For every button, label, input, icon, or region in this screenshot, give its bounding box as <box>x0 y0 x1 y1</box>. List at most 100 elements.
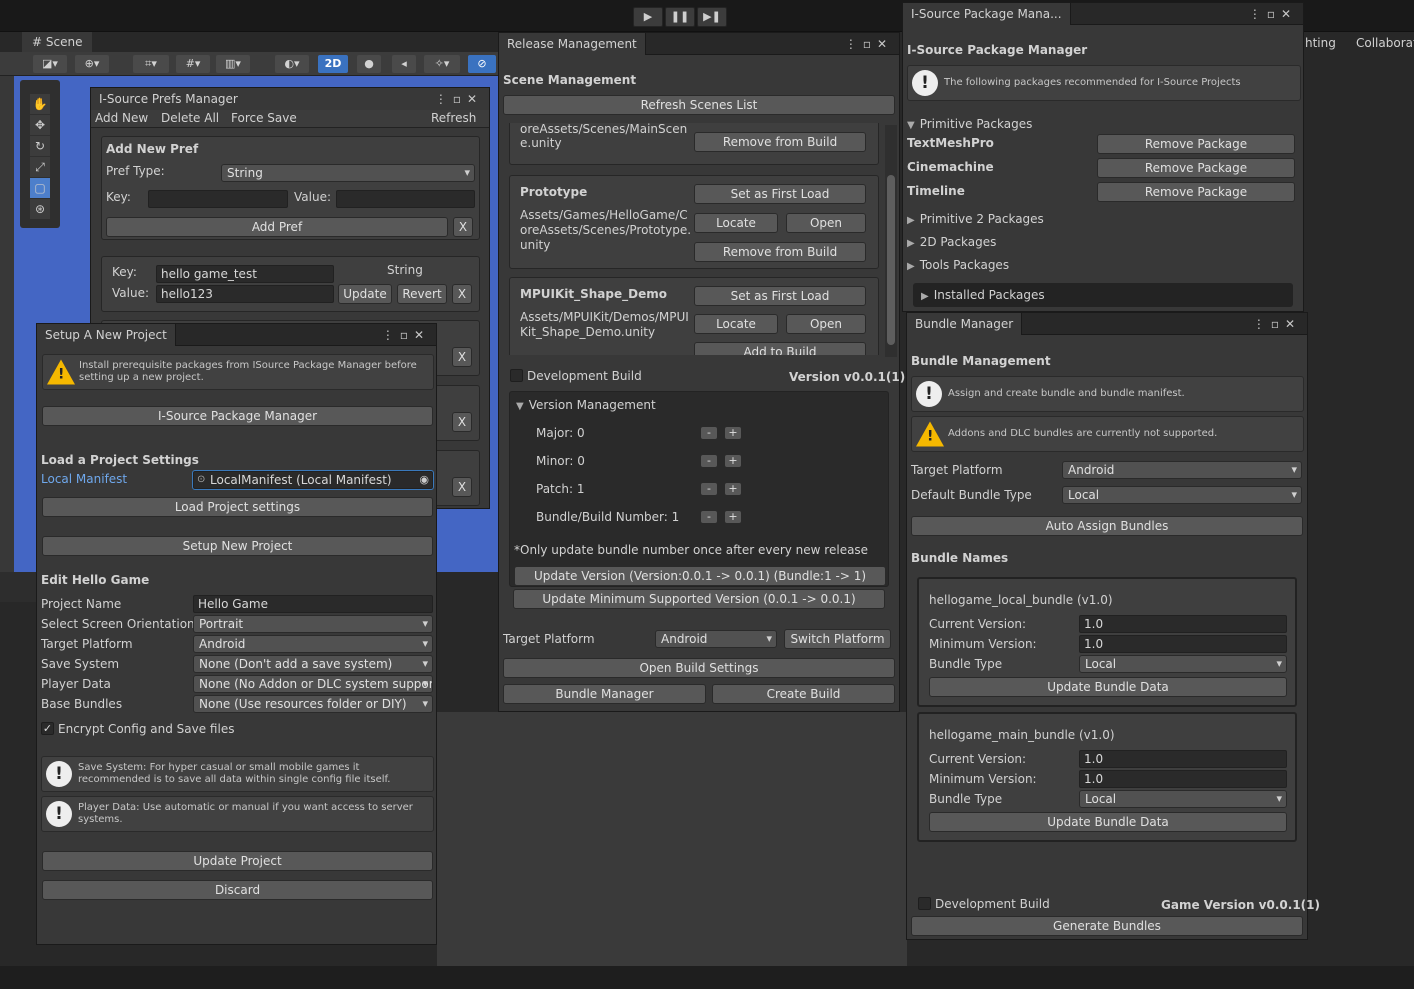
installed-packages-foldout[interactable]: ▶ Installed Packages <box>913 283 1293 307</box>
switch-platform-button[interactable]: Switch Platform <box>784 629 891 649</box>
pause-button[interactable]: ❚❚ <box>665 7 695 27</box>
target-platform-dropdown[interactable]: Android <box>655 630 777 648</box>
primitive2-foldout[interactable]: ▶ Primitive 2 Packages <box>907 212 1044 226</box>
globe-icon[interactable]: ⊕▾ <box>75 55 109 73</box>
increment-snap-icon[interactable]: ▥▾ <box>216 55 250 73</box>
locate-button[interactable]: Locate <box>694 213 778 233</box>
delete-entry-button[interactable]: X <box>452 347 472 367</box>
step-button[interactable]: ▶❚ <box>697 7 727 27</box>
base-bundles-dropdown[interactable]: None (Use resources folder or DIY) <box>193 695 433 713</box>
rect-tool-icon[interactable]: ▢ <box>30 178 50 198</box>
set-first-load-button[interactable]: Set as First Load <box>694 184 866 204</box>
bundle-manager-button[interactable]: Bundle Manager <box>503 684 706 704</box>
package-manager-button[interactable]: I-Source Package Manager <box>42 406 433 426</box>
remove-from-build-button[interactable]: Remove from Build <box>694 242 866 262</box>
add-pref-button[interactable]: Add Pref <box>106 217 448 237</box>
2d-packages-foldout[interactable]: ▶ 2D Packages <box>907 235 996 249</box>
object-picker-icon[interactable]: ◉ <box>419 472 429 488</box>
current-version-input[interactable]: 1.0 <box>1079 750 1287 768</box>
delete-entry-button[interactable]: X <box>452 412 472 432</box>
remove-package-button[interactable]: Remove Package <box>1097 134 1295 154</box>
window-controls-icon[interactable]: ⋮▫✕ <box>1253 313 1301 335</box>
grid-snap-icon[interactable]: #▾ <box>176 55 210 73</box>
update-button[interactable]: Update <box>338 284 392 304</box>
discard-button[interactable]: Discard <box>42 880 433 900</box>
visibility-icon[interactable]: ⊘ <box>468 55 496 73</box>
orientation-dropdown[interactable]: Portrait <box>193 615 433 633</box>
entry-value-input[interactable]: hello123 <box>156 285 334 303</box>
patch-plus-button[interactable]: + <box>724 482 742 496</box>
delete-entry-button[interactable]: X <box>452 284 472 304</box>
build-plus-button[interactable]: + <box>724 510 742 524</box>
rotate-tool-icon[interactable]: ↻ <box>30 136 50 156</box>
set-first-load-button[interactable]: Set as First Load <box>694 286 866 306</box>
local-manifest-field[interactable]: ⊙ LocalManifest (Local Manifest) ◉ <box>192 470 434 490</box>
save-system-dropdown[interactable]: None (Don't add a save system) <box>193 655 433 673</box>
force-save-button[interactable]: Force Save <box>231 111 297 125</box>
minor-plus-button[interactable]: + <box>724 454 742 468</box>
minimum-version-input[interactable]: 1.0 <box>1079 635 1287 653</box>
player-data-dropdown[interactable]: None (No Addon or DLC system support <box>193 675 433 693</box>
shading-icon[interactable]: ◐▾ <box>275 55 309 73</box>
bundle-manager-tab[interactable]: Bundle Manager <box>907 313 1023 335</box>
refresh-button[interactable]: Refresh <box>431 111 476 125</box>
auto-assign-bundles-button[interactable]: Auto Assign Bundles <box>911 516 1303 536</box>
primitive-packages-foldout[interactable]: ▼ Primitive Packages <box>907 117 1032 131</box>
hand-tool-icon[interactable]: ✋ <box>30 94 50 114</box>
target-platform-dropdown[interactable]: Android <box>193 635 433 653</box>
delete-all-button[interactable]: Delete All <box>161 111 219 125</box>
2d-toggle[interactable]: 2D <box>318 55 348 73</box>
minimum-version-input[interactable]: 1.0 <box>1079 770 1287 788</box>
entry-key-input[interactable]: hello game_test <box>156 265 334 283</box>
remove-from-build-button[interactable]: Remove from Build <box>694 132 866 152</box>
open-button[interactable]: Open <box>786 213 866 233</box>
update-project-button[interactable]: Update Project <box>42 851 433 871</box>
window-controls-icon[interactable]: ⋮▫✕ <box>1249 3 1297 25</box>
package-manager-tab[interactable]: I-Source Package Mana... <box>903 3 1071 25</box>
window-controls-icon[interactable]: ⋮▫✕ <box>435 88 483 110</box>
scene-list-scrollbar[interactable] <box>885 125 897 357</box>
move-tool-icon[interactable]: ✥ <box>30 115 50 135</box>
version-management-foldout[interactable]: ▼ Version Management <box>516 398 656 412</box>
project-name-input[interactable]: Hello Game <box>193 595 433 613</box>
setup-title[interactable]: Setup A New Project <box>37 324 176 346</box>
effects-icon[interactable]: ✧▾ <box>424 55 460 73</box>
create-build-button[interactable]: Create Build <box>712 684 895 704</box>
minor-minus-button[interactable]: - <box>700 454 718 468</box>
open-button[interactable]: Open <box>786 314 866 334</box>
open-build-settings-button[interactable]: Open Build Settings <box>503 658 895 678</box>
audio-icon[interactable]: ◂ <box>392 55 416 73</box>
update-min-version-button[interactable]: Update Minimum Supported Version (0.0.1 … <box>513 589 885 609</box>
tools-packages-foldout[interactable]: ▶ Tools Packages <box>907 258 1009 272</box>
prefs-title[interactable]: I-Source Prefs Manager <box>91 88 246 110</box>
current-version-input[interactable]: 1.0 <box>1079 615 1287 633</box>
pref-type-dropdown[interactable]: String <box>221 164 475 182</box>
update-bundle-data-button[interactable]: Update Bundle Data <box>929 812 1287 832</box>
add-new-button[interactable]: Add New <box>95 111 148 125</box>
generate-bundles-button[interactable]: Generate Bundles <box>911 916 1303 936</box>
window-controls-icon[interactable]: ⋮▫✕ <box>382 324 430 346</box>
scrollbar-thumb[interactable] <box>887 175 895 345</box>
clear-button[interactable]: X <box>453 217 473 237</box>
tab-collaborate[interactable]: Collaborat <box>1356 36 1414 50</box>
window-controls-icon[interactable]: ⋮▫✕ <box>845 33 893 55</box>
scale-tool-icon[interactable]: ⤢ <box>30 157 50 177</box>
bundle-target-dropdown[interactable]: Android <box>1062 461 1302 479</box>
tab-lighting[interactable]: hting <box>1305 36 1336 50</box>
revert-button[interactable]: Revert <box>397 284 447 304</box>
remove-package-button[interactable]: Remove Package <box>1097 182 1295 202</box>
release-title[interactable]: Release Management <box>499 33 646 55</box>
refresh-scenes-button[interactable]: Refresh Scenes List <box>503 95 895 115</box>
bundle-type-dropdown[interactable]: Local <box>1079 790 1287 808</box>
tab-scene[interactable]: # Scene <box>22 32 93 52</box>
default-bundle-type-dropdown[interactable]: Local <box>1062 486 1302 504</box>
load-settings-button[interactable]: Load Project settings <box>42 497 433 517</box>
add-to-build-button[interactable]: Add to Build <box>694 342 866 355</box>
remove-package-button[interactable]: Remove Package <box>1097 158 1295 178</box>
local-manifest-label[interactable]: Local Manifest <box>41 472 127 486</box>
bundle-type-dropdown[interactable]: Local <box>1079 655 1287 673</box>
bundle-dev-build-checkbox[interactable] <box>918 897 931 910</box>
major-plus-button[interactable]: + <box>724 426 742 440</box>
build-minus-button[interactable]: - <box>700 510 718 524</box>
transform-tool-icon[interactable]: ⊛ <box>30 199 50 219</box>
